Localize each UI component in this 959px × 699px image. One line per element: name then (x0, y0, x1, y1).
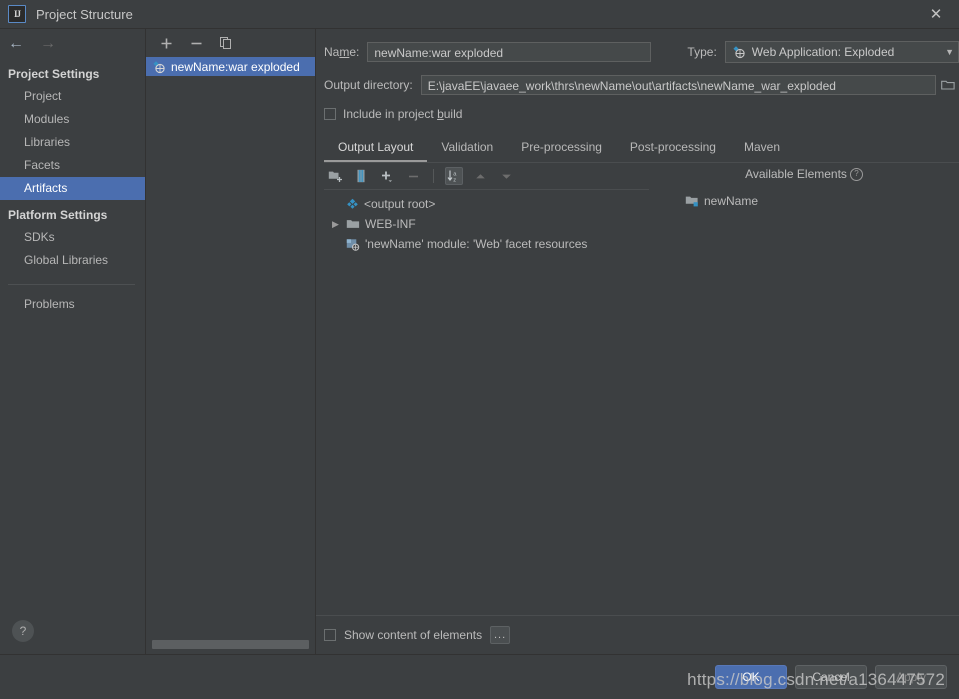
include-in-project-build-row[interactable]: Include in project build (324, 107, 959, 121)
tree-row[interactable]: ▶ WEB-INF (324, 214, 649, 234)
name-type-row: Name: newName:war exploded Type: Web App… (324, 41, 959, 63)
list-item[interactable]: newName (649, 191, 959, 211)
artifact-list[interactable]: newName:war exploded (146, 57, 315, 640)
output-layout-tree[interactable]: ▶ <output root> (324, 190, 649, 615)
available-elements-header: Available Elements ? (649, 163, 959, 185)
add-copy-icon[interactable] (378, 167, 396, 185)
include-in-project-build-label: Include in project build (343, 107, 463, 121)
type-label: Type: (687, 45, 717, 59)
artifact-list-toolbar (146, 29, 315, 57)
sidebar-section-project-settings: Project Settings (8, 67, 100, 81)
minus-icon[interactable] (188, 35, 204, 51)
sidebar-footer: ? (0, 620, 145, 654)
artifact-tabs: Output Layout Validation Pre-processing … (324, 135, 959, 163)
question-circle-icon[interactable]: ? (849, 167, 863, 181)
move-up-icon (471, 167, 489, 185)
project-structure-dialog: IJ Project Structure ✕ ← → Project Setti… (0, 0, 959, 699)
tab-validation[interactable]: Validation (427, 135, 507, 162)
artifact-form: Name: newName:war exploded Type: Web App… (316, 29, 959, 131)
sidebar-item-facets[interactable]: Facets (0, 154, 145, 177)
artifact-list-panel: newName:war exploded (146, 29, 316, 654)
sidebar-section-platform-settings: Platform Settings (8, 208, 108, 222)
move-down-icon (497, 167, 515, 185)
chevron-down-icon[interactable]: ▼ (945, 47, 954, 57)
output-layout-area: a z ▶ (324, 163, 959, 615)
tab-maven[interactable]: Maven (730, 135, 794, 162)
cancel-button[interactable]: Cancel (795, 665, 867, 689)
name-label: Name: (324, 45, 360, 59)
folder-icon (346, 218, 360, 230)
tree-row-label: 'newName' module: 'Web' facet resources (365, 237, 588, 251)
dialog-button-bar: OK Cancel Apply https://blog.csdn.net/a1… (0, 654, 959, 699)
available-elements-panel: Available Elements ? newName (649, 163, 959, 615)
dialog-body: ← → Project Settings Project Modules Lib… (0, 29, 959, 654)
facet-resources-icon (346, 238, 360, 251)
available-elements-list[interactable]: newName (649, 185, 959, 211)
arrow-left-icon[interactable]: ← (8, 36, 24, 52)
remove-icon (404, 167, 422, 185)
output-directory-label: Output directory: (324, 78, 413, 92)
artifact-icon (152, 60, 166, 74)
tree-row[interactable]: ▶ 'newName' module: 'Web' facet resource… (324, 234, 649, 254)
sort-alphabetically-icon[interactable]: a z (445, 167, 463, 185)
sidebar-divider (8, 284, 135, 285)
show-content-of-elements-checkbox[interactable] (324, 629, 336, 641)
available-elements-title: Available Elements (745, 167, 847, 181)
output-layout-left: a z ▶ (324, 163, 649, 615)
sidebar-item-global-libraries[interactable]: Global Libraries (0, 249, 145, 272)
sidebar-item-sdks[interactable]: SDKs (0, 226, 145, 249)
plus-icon[interactable] (158, 35, 174, 51)
tab-pre-processing[interactable]: Pre-processing (507, 135, 616, 162)
artifact-root-icon (346, 198, 359, 211)
artifact-detail-panel: Name: newName:war exploded Type: Web App… (316, 29, 959, 654)
title-bar: IJ Project Structure ✕ (0, 0, 959, 29)
artifact-list-item[interactable]: newName:war exploded (146, 57, 315, 76)
more-options-button[interactable]: ... (490, 626, 511, 644)
artifact-list-item-label: newName:war exploded (171, 59, 300, 74)
arrow-right-icon[interactable]: → (40, 36, 56, 52)
toolbar-divider (433, 169, 434, 183)
add-archive-icon[interactable] (352, 167, 370, 185)
ok-button[interactable]: OK (715, 665, 787, 689)
svg-text:z: z (453, 177, 456, 183)
scrollbar-thumb[interactable] (152, 640, 309, 649)
apply-button: Apply (875, 665, 947, 689)
sidebar-item-project[interactable]: Project (0, 85, 145, 108)
name-input[interactable]: newName:war exploded (367, 42, 652, 62)
sidebar-item-artifacts[interactable]: Artifacts (0, 177, 145, 200)
list-item-label: newName (704, 194, 759, 208)
artifact-list-horizontal-scrollbar[interactable] (146, 640, 315, 654)
add-directory-icon[interactable] (326, 167, 344, 185)
output-directory-row: Output directory: E:\javaEE\javaee_work\… (324, 75, 959, 95)
output-layout-footer: Show content of elements ... (316, 615, 959, 654)
sidebar-item-problems[interactable]: Problems (0, 293, 145, 316)
window-title: Project Structure (36, 6, 133, 22)
artifact-type-value: Web Application: Exploded (751, 45, 895, 59)
navigation-arrows: ← → (0, 29, 145, 59)
output-layout-toolbar: a z (324, 163, 649, 190)
folder-browse-icon[interactable] (940, 77, 956, 93)
tree-row[interactable]: ▶ <output root> (324, 194, 649, 214)
settings-sidebar: ← → Project Settings Project Modules Lib… (0, 29, 146, 654)
show-content-of-elements-label: Show content of elements (344, 628, 483, 642)
sidebar-item-libraries[interactable]: Libraries (0, 131, 145, 154)
question-mark-icon[interactable]: ? (12, 620, 34, 642)
tree-row-label: <output root> (364, 197, 436, 211)
copy-icon[interactable] (218, 35, 234, 51)
intellij-idea-icon: IJ (8, 5, 26, 23)
output-directory-input[interactable]: E:\javaEE\javaee_work\thrs\newName\out\a… (420, 75, 936, 95)
tree-row-label: WEB-INF (365, 217, 416, 231)
module-folder-icon (685, 195, 699, 207)
chevron-right-icon[interactable]: ▶ (330, 219, 341, 230)
artifact-type-combobox[interactable]: Web Application: Exploded ▼ (724, 41, 959, 63)
tab-output-layout[interactable]: Output Layout (324, 135, 428, 162)
artifact-icon (732, 45, 746, 59)
include-in-project-build-checkbox[interactable] (324, 108, 336, 120)
tab-post-processing[interactable]: Post-processing (616, 135, 730, 162)
close-icon[interactable]: ✕ (913, 0, 959, 28)
sidebar-item-modules[interactable]: Modules (0, 108, 145, 131)
